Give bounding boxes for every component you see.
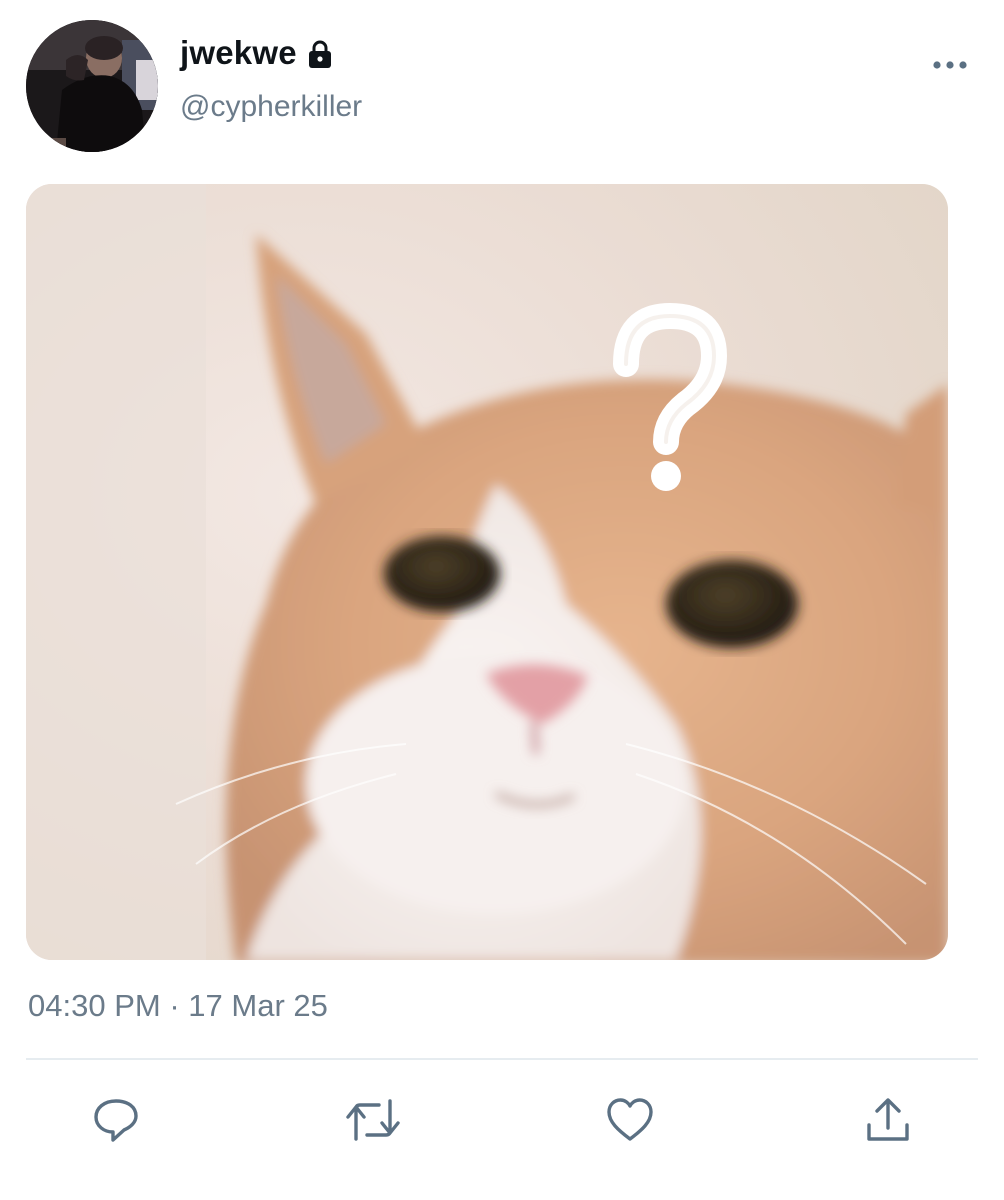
like-button[interactable]	[600, 1090, 660, 1150]
reply-icon	[94, 1099, 138, 1142]
divider	[26, 1058, 978, 1060]
avatar[interactable]	[26, 20, 158, 152]
tweet: jwekwe @cypherkiller 04:30 PM · 17 Mar 2…	[0, 0, 1004, 1200]
timestamp[interactable]: 04:30 PM · 17 Mar 25	[28, 988, 328, 1024]
timestamp-time: 04:30 PM	[28, 988, 161, 1023]
user-info: jwekwe @cypherkiller	[180, 30, 362, 124]
timestamp-date: 17 Mar 25	[188, 988, 328, 1023]
display-name[interactable]: jwekwe	[180, 34, 297, 72]
cat-image	[26, 184, 948, 960]
avatar-photo	[26, 20, 158, 152]
action-bar	[0, 1090, 1004, 1156]
timestamp-separator: ·	[169, 988, 180, 1023]
lock-icon	[305, 39, 335, 69]
reply-button[interactable]	[86, 1090, 146, 1150]
display-name-row: jwekwe	[180, 30, 362, 76]
heart-icon	[607, 1098, 653, 1141]
share-button[interactable]	[858, 1090, 918, 1150]
retweet-button[interactable]	[343, 1090, 403, 1150]
retweet-icon	[346, 1099, 400, 1141]
share-icon	[867, 1098, 909, 1141]
more-options-button[interactable]	[930, 50, 970, 80]
handle[interactable]: @cypherkiller	[180, 90, 362, 124]
tweet-photo[interactable]	[26, 184, 948, 960]
more-horizontal-icon	[933, 61, 967, 69]
